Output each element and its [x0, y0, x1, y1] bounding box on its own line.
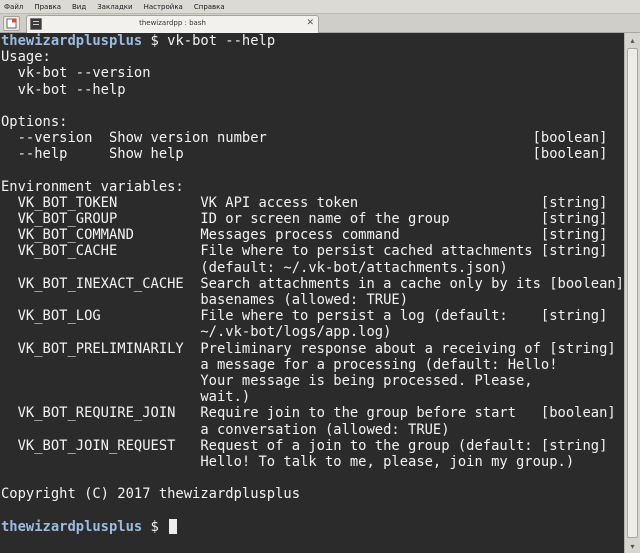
scroll-up-icon[interactable]: ▴ [625, 33, 640, 47]
final-prompt-line: thewizardplusplus $ [1, 518, 624, 535]
menu-view[interactable]: Вид [72, 3, 86, 11]
menu-help[interactable]: Справка [194, 3, 225, 11]
output-line: VK_BOT_TOKEN VK API access token [string… [1, 194, 608, 211]
output-line: Usage: [1, 49, 51, 66]
menu-edit[interactable]: Правка [34, 3, 61, 11]
command-text: vk-bot --help [167, 33, 276, 49]
output-line: Hello! To talk to me, please, join my gr… [1, 453, 575, 470]
scroll-down-icon[interactable]: ▾ [625, 539, 640, 553]
output-line: Environment variables: [1, 178, 184, 195]
output-line: VK_BOT_CACHE File where to persist cache… [1, 243, 608, 260]
output-line: basenames (allowed: TRUE) [1, 292, 409, 308]
output-line: --help Show help [boolean] [1, 146, 608, 163]
new-tab-button[interactable] [3, 16, 20, 31]
output-line: a message for a processing (default: Hel… [1, 356, 558, 373]
tab-title: thewizardpp : bash [139, 19, 206, 27]
help-output: Usage: vk-bot --version vk-bot --help Opt… [1, 49, 624, 518]
output-line: --version Show version number [boolean] [1, 130, 608, 147]
prompt-symbol: $ [150, 33, 159, 49]
output-line: VK_BOT_JOIN_REQUEST Request of a join to… [1, 437, 608, 454]
scrollbar-thumb[interactable] [627, 48, 638, 538]
output-line: VK_BOT_INEXACT_CACHE Search attachments … [1, 275, 624, 292]
output-line: VK_BOT_GROUP ID or screen name of the gr… [1, 211, 608, 228]
final-prompt-user: thewizardplusplus [1, 518, 143, 535]
output-line: ~/.vk-bot/logs/app.log) [1, 324, 392, 341]
output-line: VK_BOT_PRELIMINARILY Preliminary respons… [1, 340, 616, 357]
output-line: Copyright (C) 2017 thewizardplusplus [1, 486, 301, 503]
tab-bash[interactable]: thewizardpp : bash ✕ [26, 15, 319, 33]
output-line: wait.) [1, 389, 251, 406]
menu-settings[interactable]: Настройка [144, 3, 183, 11]
output-line: vk-bot --version [1, 65, 151, 82]
output-line: VK_BOT_COMMAND Messages process command … [1, 227, 608, 244]
output-line: a conversation (allowed: TRUE) [1, 421, 450, 438]
prompt-user: thewizardplusplus [1, 33, 143, 49]
new-tab-icon [6, 18, 17, 29]
menu-bookmarks[interactable]: Закладки [97, 3, 132, 11]
output-line: Options: [1, 113, 68, 130]
terminal-output[interactable]: thewizardplusplus $ vk-bot --help Usage:… [0, 33, 624, 553]
close-icon[interactable]: ✕ [306, 19, 314, 28]
output-line: Your message is being processed. Please, [1, 372, 533, 389]
command-line: thewizardplusplus $ vk-bot --help [1, 33, 624, 49]
vertical-scrollbar[interactable]: ▴ ▾ [624, 33, 640, 553]
tab-bar: thewizardpp : bash ✕ [0, 14, 640, 33]
output-line: (default: ~/.vk-bot/attachments.json) [1, 259, 508, 276]
menu-bar: Файл Правка Вид Закладки Настройка Справ… [0, 0, 640, 14]
final-prompt-symbol: $ [150, 518, 159, 535]
text-cursor [169, 518, 178, 534]
menu-file[interactable]: Файл [4, 3, 23, 11]
output-line: vk-bot --help [1, 81, 126, 98]
output-line: VK_BOT_LOG File where to persist a log (… [1, 308, 608, 325]
output-line: VK_BOT_REQUIRE_JOIN Require join to the … [1, 405, 616, 422]
